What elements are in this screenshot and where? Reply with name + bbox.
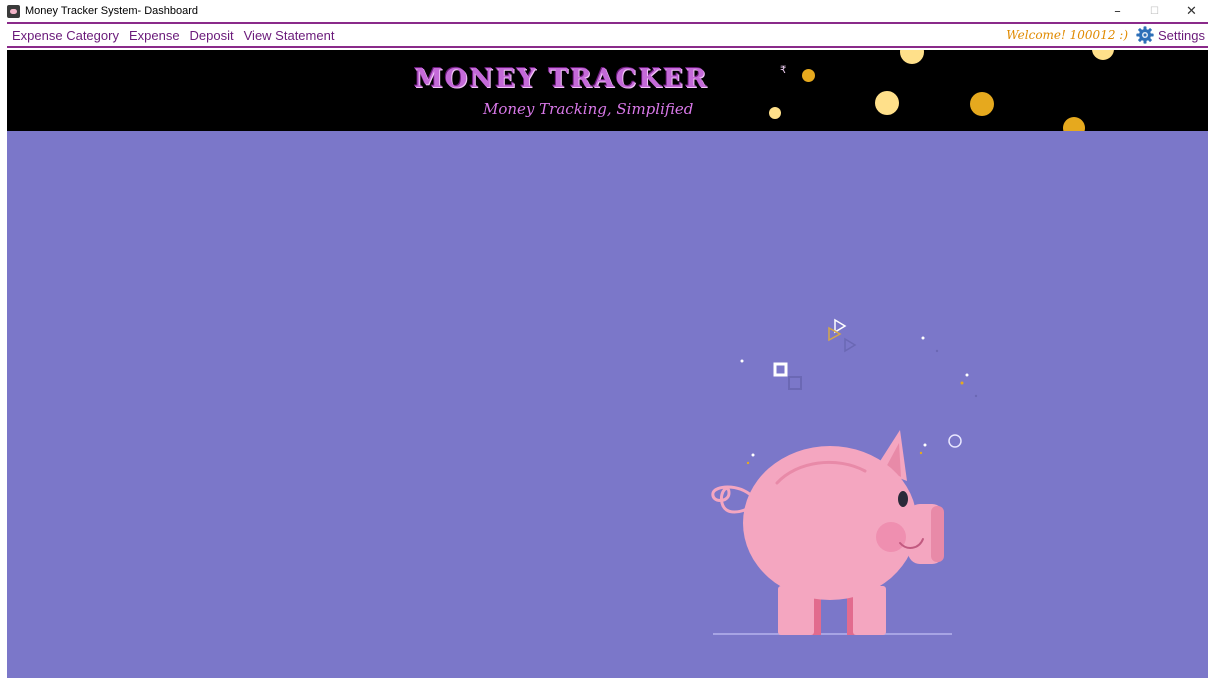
sparkle-decoration: [746, 461, 750, 465]
sparkle-decoration: [751, 453, 755, 457]
sparkle-decoration: [960, 381, 964, 385]
settings-button[interactable]: Settings: [1158, 28, 1205, 43]
app-window: Money Tracker System- Dashboard – ☐ ✕ Ex…: [0, 0, 1210, 678]
menubar-right: Welcome! 100012 :) Settings: [1006, 26, 1205, 44]
pig-drawing: [711, 430, 944, 635]
piggy-app-icon: [7, 4, 20, 18]
sparkle-decoration: [919, 451, 923, 455]
rupee-symbol: ₹: [780, 65, 787, 76]
piggy-bank-icon: [711, 318, 978, 635]
coin-decoration: [802, 69, 815, 82]
ring-decoration: [948, 434, 962, 448]
coin-decoration: [875, 91, 899, 115]
dashboard-content: [7, 131, 1208, 678]
close-button[interactable]: ✕: [1173, 0, 1210, 22]
menu-item-deposit[interactable]: Deposit: [190, 28, 234, 43]
coin-decoration: [900, 50, 924, 64]
sparkle-decoration: [974, 394, 978, 398]
window-title: Money Tracker System- Dashboard: [25, 5, 199, 17]
sparkle-decoration: [921, 336, 925, 340]
sparkle-decoration: [740, 359, 744, 363]
coin-decoration: [1092, 50, 1114, 60]
window-controls: – ☐ ✕: [1099, 0, 1210, 22]
minimize-button[interactable]: –: [1099, 0, 1136, 22]
brand-title: MONEY TRACKER: [414, 64, 709, 94]
welcome-message: Welcome! 100012 :): [1006, 28, 1129, 42]
brand-tagline: Money Tracking, Simplified: [483, 100, 694, 118]
menu-item-expense[interactable]: Expense: [129, 28, 180, 43]
menu-item-view-statement[interactable]: View Statement: [244, 28, 335, 43]
title-bar[interactable]: Money Tracker System- Dashboard – ☐ ✕: [0, 0, 1210, 22]
maximize-button[interactable]: ☐: [1136, 0, 1173, 22]
sparkle-decoration: [965, 373, 969, 377]
gear-icon[interactable]: [1136, 26, 1154, 44]
menu-bar: Expense Category Expense Deposit View St…: [7, 22, 1208, 48]
coin-decoration: [1063, 117, 1085, 131]
sparkle-decoration: [935, 349, 939, 353]
sparkle-decoration: [923, 443, 927, 447]
triangle-decoration: [834, 318, 847, 334]
header-banner: MONEY TRACKER ₹ Money Tracking, Simplifi…: [7, 50, 1208, 131]
coin-decoration: [769, 107, 781, 119]
triangle-decoration: [844, 337, 857, 353]
square-decoration: [788, 376, 802, 390]
menu-item-expense-category[interactable]: Expense Category: [12, 28, 119, 43]
square-decoration: [773, 362, 788, 377]
coin-decoration: [970, 92, 994, 116]
